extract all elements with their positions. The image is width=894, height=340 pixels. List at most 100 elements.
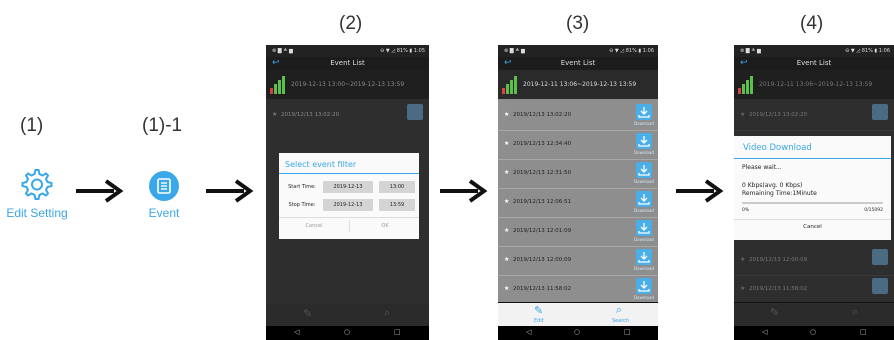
back-arrow-icon[interactable]: ↩: [272, 57, 280, 70]
list-item[interactable]: ★ 2019/12/13 12:31:50 Download: [498, 157, 658, 189]
download-icon[interactable]: Download: [634, 133, 654, 155]
list-item[interactable]: ★ 2019/12/13 12:01:09 Download: [498, 215, 658, 247]
nav-back-icon[interactable]: ◁: [526, 328, 531, 336]
download-icon[interactable]: [872, 249, 888, 265]
download-icon[interactable]: Download: [634, 191, 654, 213]
wait-text: Please wait...: [742, 164, 782, 171]
event-time: 2019/12/13 12:00:09: [513, 257, 572, 263]
edit-label: Edit: [534, 318, 544, 324]
nav-recent-icon[interactable]: □: [860, 328, 867, 336]
nav-home-icon[interactable]: ○: [810, 328, 816, 336]
phone-screen-filter: ⊗ ▇ ≛ ▆ ⊖ ▼ ◿ 81% ▮ 1:05 ↩ Event List 2019…: [266, 45, 429, 340]
start-date-field[interactable]: 2019-12-13: [323, 181, 373, 193]
progress-bar: [742, 202, 883, 204]
arrow-right-icon: [206, 179, 254, 203]
stop-date-field[interactable]: 2019-12-13: [323, 199, 373, 211]
dialog-title: Select event filter: [285, 160, 357, 169]
download-caption: Download: [634, 179, 654, 184]
nav-back-icon[interactable]: ◁: [294, 328, 299, 336]
event-label: Event: [148, 206, 180, 220]
android-nav-bar: ◁ ○ □: [266, 326, 429, 340]
back-arrow-icon[interactable]: ↩: [504, 57, 512, 70]
download-icon[interactable]: [872, 104, 888, 120]
event-list: ★ 2019/12/13 13:02:20 Download ★ 2019/12/13…: [498, 99, 658, 302]
app-title: Event List: [560, 59, 596, 67]
step-label-4: (4): [800, 13, 824, 34]
app-bar: ↩ Event List: [498, 57, 658, 70]
search-label: Search: [612, 318, 630, 324]
download-icon[interactable]: [872, 278, 888, 294]
download-icon[interactable]: Download: [634, 220, 654, 242]
list-item[interactable]: ★ 2019/12/13 12:34:40 Download: [498, 128, 658, 160]
nav-recent-icon[interactable]: □: [394, 328, 401, 336]
event-time: 2019/12/13 12:01:09: [513, 228, 572, 234]
star-icon: ★: [504, 140, 510, 147]
download-caption: Download: [634, 150, 654, 155]
nav-home-icon[interactable]: ○: [574, 328, 580, 336]
remaining-time-text: Remaining Time:1Minute: [742, 190, 817, 197]
start-time-field[interactable]: 13:00: [379, 181, 415, 193]
search-icon[interactable]: ⌕: [384, 306, 390, 320]
list-item[interactable]: ★ 2019/12/13 13:02:20 Download: [498, 99, 658, 131]
star-icon: ★: [504, 111, 510, 118]
step-label-1: (1): [20, 115, 44, 136]
nav-back-icon[interactable]: ◁: [762, 328, 767, 336]
nav-home-icon[interactable]: ○: [344, 328, 350, 336]
status-bar: ⊗ ▇ ≛ ▆ ⊖ ▼ ◿ 81% ▮ 1:05: [266, 45, 429, 57]
list-item[interactable]: ★ 2019/12/13 11:58:02 Download: [498, 273, 658, 304]
download-icon[interactable]: Download: [634, 162, 654, 184]
signal-bars-icon: [738, 76, 754, 94]
download-caption: Download: [634, 208, 654, 213]
list-item[interactable]: ★ 2019/12/13 12:06:51 Download: [498, 186, 658, 218]
edit-icon[interactable]: ✎: [303, 307, 312, 320]
list-item[interactable]: ★ 2019/12/13 13:02:20: [734, 99, 894, 131]
download-caption: Download: [634, 266, 654, 271]
date-range-text: 2019-12-13 13:00~2019-12-13 13:59: [291, 81, 405, 88]
date-range-header: 2019-12-11 13:06~2019-12-13 13:59: [734, 70, 894, 99]
stop-time-label: Stop Time:: [288, 202, 316, 208]
star-icon: ★: [504, 227, 510, 234]
event-time: 2019/12/13 12:31:50: [513, 170, 572, 176]
dialog-divider: [279, 217, 419, 218]
edit-icon[interactable]: ✎: [534, 304, 543, 317]
nav-recent-icon[interactable]: □: [624, 328, 631, 336]
gear-icon[interactable]: [20, 168, 54, 202]
download-icon[interactable]: Download: [634, 104, 654, 126]
list-item[interactable]: ★ 2019/12/13 12:00:09 Download: [498, 244, 658, 276]
edit-icon[interactable]: ✎: [770, 306, 779, 319]
ok-button[interactable]: OK: [349, 220, 420, 232]
date-range-header: 2019-12-13 13:00~2019-12-13 13:59: [266, 70, 429, 99]
list-item[interactable]: ★ 2019/12/13 12:00:09: [734, 244, 894, 276]
cancel-button[interactable]: Cancel: [279, 220, 349, 232]
event-time: 2019/12/13 11:58:02: [513, 286, 572, 292]
download-caption: Download: [634, 121, 654, 126]
download-icon[interactable]: Download: [634, 278, 654, 300]
download-icon[interactable]: Download: [634, 249, 654, 271]
bottom-toolbar: ✎ ⌕: [734, 303, 894, 326]
dialog-divider: [279, 173, 419, 174]
step-label-3: (3): [566, 13, 590, 34]
search-icon[interactable]: ⌕: [852, 305, 858, 319]
list-item[interactable]: ★ 2019/12/13 13:02:20: [266, 99, 429, 130]
step-label-1-1: (1)-1: [142, 115, 183, 136]
search-icon[interactable]: ⌕: [616, 303, 622, 317]
star-icon: ★: [504, 285, 510, 292]
signal-bars-icon: [270, 76, 286, 94]
date-range-text: 2019-12-11 13:06~2019-12-13 13:59: [523, 81, 637, 88]
download-caption: Download: [634, 295, 654, 300]
stop-time-field[interactable]: 13:59: [379, 199, 415, 211]
cancel-button[interactable]: Cancel: [734, 224, 891, 230]
filter-dialog: Select event filter Start Time: 2019-12-…: [279, 153, 419, 239]
android-nav-bar: ◁ ○ □: [498, 326, 658, 340]
bottom-toolbar: ✎ Edit ⌕ Search: [498, 303, 658, 326]
event-icon[interactable]: [149, 171, 179, 201]
dialog-divider: [734, 219, 891, 220]
step-label-2: (2): [339, 13, 363, 34]
date-range-text: 2019-12-11 13:06~2019-12-13 13:59: [759, 81, 873, 88]
android-nav-bar: ◁ ○ □: [734, 326, 894, 340]
star-icon: ★: [504, 198, 510, 205]
list-item[interactable]: ★ 2019/12/13 11:58:02: [734, 273, 894, 304]
back-arrow-icon[interactable]: ↩: [740, 57, 748, 70]
star-icon: ★: [504, 256, 510, 263]
download-icon[interactable]: [407, 104, 423, 120]
